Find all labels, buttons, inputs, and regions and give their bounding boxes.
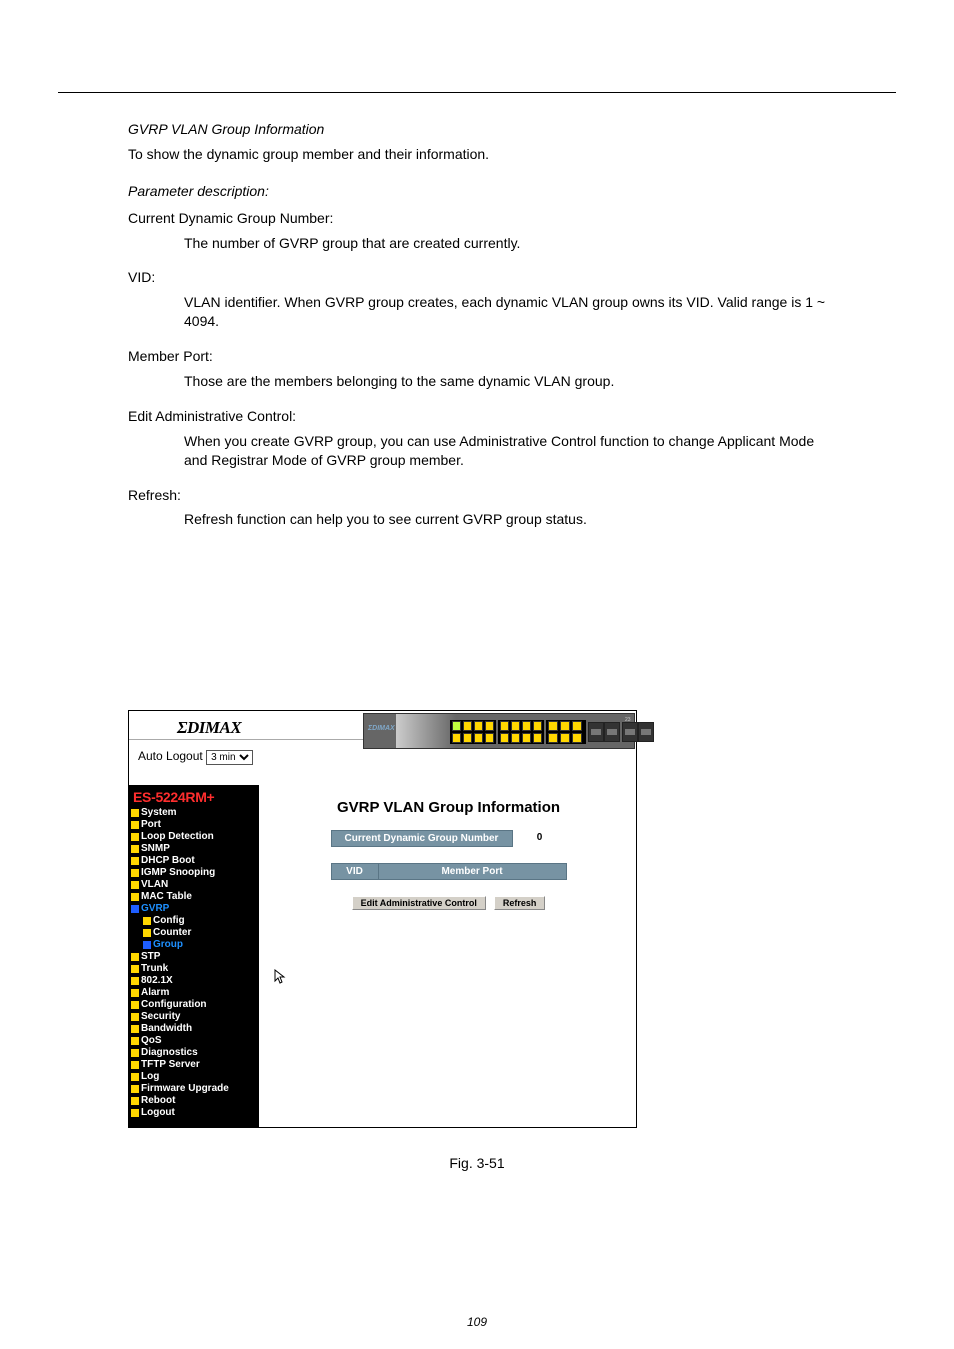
- param-label: Parameter description:: [128, 182, 826, 201]
- sidebar-item-bandwidth[interactable]: Bandwidth: [129, 1023, 259, 1035]
- param-member-desc: Those are the members belonging to the s…: [184, 372, 826, 391]
- group-number-value: 0: [513, 830, 567, 847]
- sidebar-item-trunk[interactable]: Trunk: [129, 963, 259, 975]
- param-vid-desc: VLAN identifier. When GVRP group creates…: [184, 293, 826, 331]
- sidebar-item-dhcp[interactable]: DHCP Boot: [129, 855, 259, 867]
- param-groupnum-desc: The number of GVRP group that are create…: [184, 234, 826, 253]
- param-refresh-desc: Refresh function can help you to see cur…: [184, 510, 826, 529]
- content-panel: GVRP VLAN Group Information Current Dyna…: [261, 771, 636, 1127]
- auto-logout-label: Auto Logout: [138, 749, 203, 763]
- sidebar-item-stp[interactable]: STP: [129, 951, 259, 963]
- port-block-3: [546, 720, 586, 744]
- sidebar-nav: ES-5224RM+ System Port Loop Detection SN…: [129, 785, 259, 1127]
- sidebar-item-snmp[interactable]: SNMP: [129, 843, 259, 855]
- col-member: Member Port: [379, 863, 567, 880]
- group-number-row: Current Dynamic Group Number 0: [331, 830, 567, 847]
- button-row: Edit Administrative Control Refresh: [331, 896, 567, 910]
- device-port-panel: ΣDIMAX 23: [363, 713, 635, 749]
- group-table-header: VID Member Port: [331, 863, 567, 880]
- ext-port-23: 23: [622, 722, 638, 742]
- sidebar-item-qos[interactable]: QoS: [129, 1035, 259, 1047]
- param-refresh-title: Refresh:: [128, 486, 826, 505]
- sidebar-item-tftp[interactable]: TFTP Server: [129, 1059, 259, 1071]
- sidebar-item-firmware[interactable]: Firmware Upgrade: [129, 1083, 259, 1095]
- desc-text: To show the dynamic group member and the…: [128, 146, 489, 162]
- ext-port-22: [604, 722, 620, 742]
- sidebar-item-group[interactable]: Group: [129, 939, 259, 951]
- ext-port-21: [588, 722, 604, 742]
- param-groupnum-title: Current Dynamic Group Number:: [128, 209, 826, 228]
- sidebar-item-gvrp[interactable]: GVRP: [129, 903, 259, 915]
- sidebar-item-port[interactable]: Port: [129, 819, 259, 831]
- sidebar-item-reboot[interactable]: Reboot: [129, 1095, 259, 1107]
- square-icon: [131, 809, 139, 817]
- section-heading: GVRP VLAN Group Information: [128, 120, 826, 139]
- param-vid-title: VID:: [128, 268, 826, 287]
- port-block-2: [498, 720, 544, 744]
- sidebar-item-counter[interactable]: Counter: [129, 927, 259, 939]
- ext-port-24: [638, 722, 654, 742]
- refresh-button[interactable]: Refresh: [494, 896, 546, 910]
- panel-fade: [396, 714, 456, 748]
- cursor-icon: [274, 969, 288, 988]
- sidebar-item-mactable[interactable]: MAC Table: [129, 891, 259, 903]
- sidebar-item-system[interactable]: System: [129, 807, 259, 819]
- auto-logout-control[interactable]: Auto Logout 3 min: [138, 749, 253, 765]
- param-edit-desc: When you create GVRP group, you can use …: [184, 432, 826, 470]
- content-title: GVRP VLAN Group Information: [261, 799, 636, 816]
- sidebar-item-vlan[interactable]: VLAN: [129, 879, 259, 891]
- device-model-title: ES-5224RM+: [129, 787, 259, 807]
- sidebar-item-loop[interactable]: Loop Detection: [129, 831, 259, 843]
- sidebar-item-config[interactable]: Config: [129, 915, 259, 927]
- param-edit-title: Edit Administrative Control:: [128, 407, 826, 426]
- port-block-1: [450, 720, 496, 744]
- sidebar-item-8021x[interactable]: 802.1X: [129, 975, 259, 987]
- brand-logo: ΣDIMAX: [177, 718, 241, 738]
- sidebar-item-diagnostics[interactable]: Diagnostics: [129, 1047, 259, 1059]
- sidebar-item-security[interactable]: Security: [129, 1011, 259, 1023]
- sidebar-item-log[interactable]: Log: [129, 1071, 259, 1083]
- panel-brand: ΣDIMAX: [368, 725, 395, 732]
- page: GVRP VLAN Group Information To show the …: [0, 0, 954, 1349]
- figure-caption: Fig. 3-51: [128, 1155, 826, 1171]
- col-vid: VID: [331, 863, 379, 880]
- sidebar-item-alarm[interactable]: Alarm: [129, 987, 259, 999]
- edit-admin-control-button[interactable]: Edit Administrative Control: [352, 896, 486, 910]
- sidebar-item-logout[interactable]: Logout: [129, 1107, 259, 1119]
- group-number-label: Current Dynamic Group Number: [331, 830, 513, 847]
- header-rule: [58, 92, 896, 93]
- auto-logout-select[interactable]: 3 min: [206, 750, 253, 765]
- body-text: GVRP VLAN Group Information To show the …: [128, 120, 826, 535]
- sidebar-item-igmp[interactable]: IGMP Snooping: [129, 867, 259, 879]
- embedded-screenshot: ΣDIMAX Auto Logout 3 min ΣDIMAX: [128, 710, 637, 1128]
- sidebar-item-configuration[interactable]: Configuration: [129, 999, 259, 1011]
- param-member-title: Member Port:: [128, 347, 826, 366]
- page-number: 109: [0, 1315, 954, 1329]
